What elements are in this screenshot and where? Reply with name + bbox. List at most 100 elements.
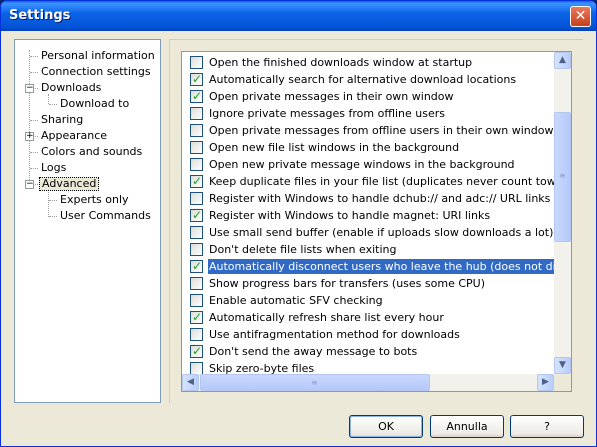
option-label[interactable]: Register with Windows to handle dchub://… xyxy=(208,191,551,206)
option-row[interactable]: Register with Windows to handle magnet: … xyxy=(184,207,554,224)
cancel-button[interactable]: Annulla xyxy=(430,415,504,438)
tree-item-connection-settings[interactable]: Connection settings xyxy=(39,65,153,79)
option-row[interactable]: Enable automatic SFV checking xyxy=(184,292,554,309)
horizontal-scroll-thumb[interactable]: ≡ xyxy=(200,374,430,391)
option-row[interactable]: Register with Windows to handle dchub://… xyxy=(184,190,554,207)
option-row[interactable]: Open new private message windows in the … xyxy=(184,156,554,173)
settings-window: Settings ✕ Personal information Connectio… xyxy=(0,0,597,447)
option-row[interactable]: Use small send buffer (enable if uploads… xyxy=(184,224,554,241)
option-label[interactable]: Use antifragmentation method for downloa… xyxy=(208,327,461,342)
option-label[interactable]: Open new private message windows in the … xyxy=(208,157,516,172)
option-label[interactable]: Open the finished downloads window at st… xyxy=(208,55,473,70)
tree-connector-line xyxy=(49,216,57,217)
option-checkbox[interactable] xyxy=(190,107,203,120)
scroll-down-button[interactable]: ▼ xyxy=(554,357,571,374)
chevron-left-icon: ◀ xyxy=(187,377,194,387)
scroll-up-button[interactable]: ▲ xyxy=(554,52,571,69)
chevron-up-icon: ▲ xyxy=(559,55,566,65)
scroll-right-button[interactable]: ▶ xyxy=(537,374,554,391)
option-checkbox[interactable] xyxy=(190,192,203,205)
option-checkbox[interactable] xyxy=(190,277,203,290)
option-row[interactable]: Ignore private messages from offline use… xyxy=(184,105,554,122)
option-label[interactable]: Ignore private messages from offline use… xyxy=(208,106,446,121)
option-label[interactable]: Enable automatic SFV checking xyxy=(208,293,384,308)
option-checkbox[interactable] xyxy=(190,294,203,307)
option-label[interactable]: Register with Windows to handle magnet: … xyxy=(208,208,491,223)
option-row[interactable]: Open the finished downloads window at st… xyxy=(184,54,554,71)
tree-connector-line xyxy=(30,56,38,57)
tree-item-experts-only[interactable]: Experts only xyxy=(58,193,131,207)
option-checkbox[interactable] xyxy=(190,208,203,222)
close-icon: ✕ xyxy=(574,8,587,24)
option-checkbox[interactable] xyxy=(190,124,203,137)
tree-connector-line xyxy=(29,50,30,184)
window-title: Settings xyxy=(9,8,71,23)
option-row[interactable]: Open private messages from offline users… xyxy=(184,122,554,139)
tree-item-sharing[interactable]: Sharing xyxy=(39,113,85,127)
option-row[interactable]: Use antifragmentation method for downloa… xyxy=(184,326,554,343)
help-button[interactable]: ? xyxy=(510,415,584,438)
settings-tree: Personal information Connection settings −… xyxy=(14,39,161,403)
option-row[interactable]: Open private messages in their own windo… xyxy=(184,88,554,105)
option-label[interactable]: Automatically refresh share list every h… xyxy=(208,310,445,325)
option-label[interactable]: Don't send the away message to bots xyxy=(208,344,418,359)
tree-expander-icon[interactable]: + xyxy=(25,132,34,141)
tree-item-personal-information[interactable]: Personal information xyxy=(39,49,157,63)
close-button[interactable]: ✕ xyxy=(570,6,591,27)
tree-connector-line xyxy=(48,94,49,104)
option-row[interactable]: Keep duplicate files in your file list (… xyxy=(184,173,554,190)
horizontal-scrollbar[interactable]: ◀ ≡ ▶ xyxy=(182,374,554,391)
vertical-scrollbar[interactable]: ▲ ≡ ▼ xyxy=(554,52,571,374)
tree-connector-line xyxy=(49,104,57,105)
tree-item-logs[interactable]: Logs xyxy=(39,161,68,175)
grip-icon: ≡ xyxy=(311,378,318,387)
option-row[interactable]: Automatically search for alternative dow… xyxy=(184,71,554,88)
option-row[interactable]: Show progress bars for transfers (uses s… xyxy=(184,275,554,292)
tree-item-advanced[interactable]: Advanced xyxy=(39,177,100,191)
tree-connector-line xyxy=(48,190,49,217)
option-label[interactable]: Automatically search for alternative dow… xyxy=(208,72,517,87)
option-checkbox[interactable] xyxy=(190,259,203,273)
option-label[interactable]: Open new file list windows in the backgr… xyxy=(208,140,460,155)
tree-connector-line xyxy=(30,168,38,169)
tree-item-downloads[interactable]: Downloads xyxy=(39,81,103,95)
option-checkbox[interactable] xyxy=(190,72,203,86)
option-checkbox[interactable] xyxy=(190,328,203,341)
option-checkbox[interactable] xyxy=(190,310,203,324)
scroll-left-button[interactable]: ◀ xyxy=(182,374,199,391)
tree-item-user-commands[interactable]: User Commands xyxy=(58,209,153,223)
vertical-scroll-thumb[interactable]: ≡ xyxy=(554,112,571,242)
tree-item-appearance[interactable]: Appearance xyxy=(39,129,109,143)
option-label[interactable]: Use small send buffer (enable if uploads… xyxy=(208,225,554,240)
ok-button[interactable]: OK xyxy=(349,415,423,438)
option-label[interactable]: Show progress bars for transfers (uses s… xyxy=(208,276,486,291)
tree-expander-icon[interactable]: − xyxy=(25,180,34,189)
option-row[interactable]: Don't send the away message to bots xyxy=(184,343,554,360)
option-checkbox[interactable] xyxy=(190,344,203,358)
option-checkbox[interactable] xyxy=(190,243,203,256)
chevron-down-icon: ▼ xyxy=(559,360,566,370)
option-checkbox[interactable] xyxy=(190,158,203,171)
option-checkbox[interactable] xyxy=(190,174,203,188)
option-checkbox[interactable] xyxy=(190,141,203,154)
option-label[interactable]: Open private messages in their own windo… xyxy=(208,89,455,104)
option-row[interactable]: Open new file list windows in the backgr… xyxy=(184,139,554,156)
tree-item-download-to[interactable]: Download to xyxy=(58,97,131,111)
option-checkbox[interactable] xyxy=(190,56,203,69)
tree-expander-icon[interactable]: − xyxy=(25,84,34,93)
tree-item-colors-and-sounds[interactable]: Colors and sounds xyxy=(39,145,144,159)
option-checkbox[interactable] xyxy=(190,226,203,239)
title-bar[interactable]: Settings ✕ xyxy=(1,1,596,31)
tree-connector-line xyxy=(30,120,38,121)
option-label[interactable]: Don't delete file lists when exiting xyxy=(208,242,397,257)
tree-connector-line xyxy=(49,200,57,201)
tree-connector-line xyxy=(30,152,38,153)
option-row[interactable]: Automatically disconnect users who leave… xyxy=(184,258,554,275)
option-label[interactable]: Open private messages from offline users… xyxy=(208,123,554,138)
option-checkbox[interactable] xyxy=(190,89,203,103)
option-label[interactable]: Keep duplicate files in your file list (… xyxy=(208,174,554,189)
scrollbar-corner xyxy=(554,374,571,391)
option-label[interactable]: Automatically disconnect users who leave… xyxy=(208,259,554,274)
option-row[interactable]: Don't delete file lists when exiting xyxy=(184,241,554,258)
option-row[interactable]: Automatically refresh share list every h… xyxy=(184,309,554,326)
